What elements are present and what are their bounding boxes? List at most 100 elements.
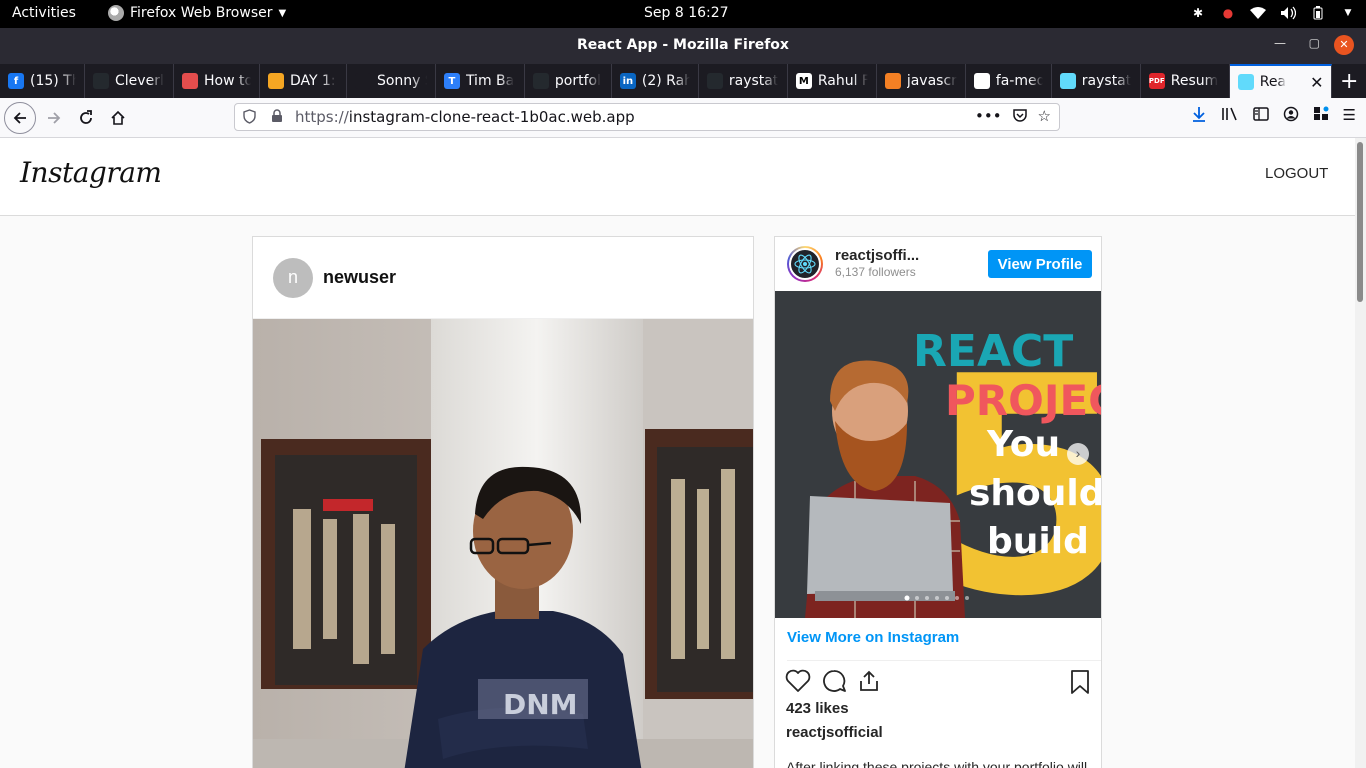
post-username[interactable]: newuser [323,267,396,288]
comment-icon[interactable] [821,669,847,698]
carousel-next-icon[interactable]: › [1067,443,1089,465]
account-icon[interactable] [1283,106,1299,126]
embed-owner-name[interactable]: reactjsofficial [786,724,883,741]
tab-close-icon[interactable]: ✕ [1310,73,1323,92]
page-actions-icon[interactable]: ••• [975,107,1002,127]
browser-tab[interactable]: f (15) Th [0,64,86,98]
browser-tab[interactable]: raystat [699,64,788,98]
tab-favicon-icon [1237,74,1254,90]
embed-account-name[interactable]: reactjsoffi... [835,247,919,264]
tab-favicon-icon [1059,73,1076,89]
embed-actions [785,667,1091,697]
view-more-link[interactable]: View More on Instagram [787,629,959,646]
embed-image-line-3: You [986,424,1060,465]
wifi-icon[interactable] [1250,6,1266,20]
maximize-button[interactable]: ▢ [1309,36,1320,50]
avatar[interactable]: n [273,258,313,298]
tab-favicon-icon [181,73,198,89]
like-count[interactable]: 423 likes [786,700,849,717]
minimize-button[interactable]: — [1274,36,1286,50]
logout-button[interactable]: LOGOUT [1265,165,1328,182]
tab-label: Sonny San [376,73,427,89]
embed-followers: 6,137 followers [835,265,916,279]
view-profile-button[interactable]: View Profile [988,250,1092,278]
browser-tab[interactable]: DAY 1: [260,64,347,98]
browser-tab[interactable]: Rea ✕ [1229,64,1333,98]
browser-tab[interactable]: raystat [1052,64,1141,98]
app-menu[interactable]: Firefox Web Browser ▼ [108,5,286,21]
system-top-bar: Activities Firefox Web Browser ▼ Sep 8 1… [0,0,1366,28]
url-host: instagram-clone-react-1b0ac.web.app [348,108,635,126]
sidebar-icon[interactable] [1252,106,1269,126]
navigation-toolbar: https://instagram-clone-react-1b0ac.web.… [0,98,1366,138]
tab-label: (15) Th [30,73,77,89]
embed-caption: After linking these projects with your p… [786,759,1088,768]
tab-label: fa-med [995,73,1043,89]
system-tray[interactable]: ✱ ● ▼ [1190,6,1356,20]
embed-image-line-2: PROJECT [945,376,1101,425]
post-card: n newuser DNM [252,236,754,768]
browser-tab[interactable]: Sonny San [347,64,436,98]
battery-icon[interactable] [1310,6,1326,20]
post-image: DNM [253,319,753,768]
slack-icon[interactable]: ✱ [1190,6,1206,20]
post-header: n newuser [253,237,753,319]
pocket-icon[interactable] [1012,107,1028,127]
browser-tab[interactable]: portfol [525,64,612,98]
tab-label: raystat [1081,73,1132,89]
tab-strip: f (15) Th Cleverl How to DAY 1: Sonny San T Tim… [0,64,1366,98]
browser-tab[interactable]: Cleverl [85,64,174,98]
share-icon[interactable] [857,669,881,698]
extensions-icon[interactable] [1313,106,1329,126]
tab-label: javascr [906,73,957,89]
hamburger-menu-icon[interactable]: ☰ [1343,106,1356,126]
like-heart-icon[interactable] [785,669,811,698]
browser-tab[interactable]: T Tim Ba [436,64,525,98]
embed-divider [787,660,1101,661]
embed-carousel-image[interactable]: 5 REACT PROJECT You should build [775,291,1101,618]
power-menu-icon[interactable]: ▼ [1340,6,1356,20]
volume-icon[interactable] [1280,6,1296,20]
instagram-logo[interactable]: Instagram [20,156,162,189]
browser-tab[interactable]: javascr [877,64,966,98]
browser-tab[interactable]: in (2) Rah [612,64,699,98]
new-tab-button[interactable]: + [1332,64,1366,98]
browser-tab[interactable]: PDF Resum [1141,64,1230,98]
tab-favicon-icon: f [8,73,24,89]
tab-favicon-icon: T [443,73,460,89]
avatar[interactable] [787,246,823,282]
firefox-icon [108,5,124,21]
activities-button[interactable]: Activities [12,5,76,21]
home-button[interactable] [104,104,132,132]
scrollbar-thumb[interactable] [1357,142,1363,302]
back-button[interactable] [4,102,36,134]
clock[interactable]: Sep 8 16:27 [644,5,729,21]
bookmark-star-icon[interactable]: ☆ [1038,107,1051,127]
chevron-down-icon: ▼ [278,7,287,19]
tab-label: Rahul F [817,73,868,89]
forward-button[interactable] [40,104,68,132]
window-titlebar: React App - Mozilla Firefox — ▢ ✕ [0,28,1366,64]
downloads-icon[interactable] [1191,106,1207,126]
library-icon[interactable] [1221,106,1239,126]
tab-favicon-icon [532,73,549,89]
browser-tab[interactable]: M Rahul F [788,64,877,98]
browser-tab[interactable]: fa-med [966,64,1052,98]
page-scrollbar[interactable] [1355,138,1366,768]
reload-button[interactable] [72,104,100,132]
url-bar[interactable]: https://instagram-clone-react-1b0ac.web.… [234,103,1060,131]
close-window-button[interactable]: ✕ [1334,35,1354,55]
tracking-protection-icon[interactable] [243,109,256,128]
chrome-icon[interactable]: ● [1220,6,1236,20]
browser-tab[interactable]: How to [174,64,260,98]
tab-label: Resum [1170,73,1219,89]
svg-text:DNM: DNM [503,688,578,721]
window-title: React App - Mozilla Firefox [577,37,789,53]
tab-favicon-icon [93,73,110,89]
lock-icon[interactable] [271,109,283,126]
url-text[interactable]: https://instagram-clone-react-1b0ac.web.… [295,108,635,126]
tab-favicon-icon: PDF [1148,73,1165,89]
bookmark-icon[interactable] [1069,669,1091,700]
tab-favicon-icon [354,73,371,89]
embed-image-line-4: should [969,473,1101,514]
